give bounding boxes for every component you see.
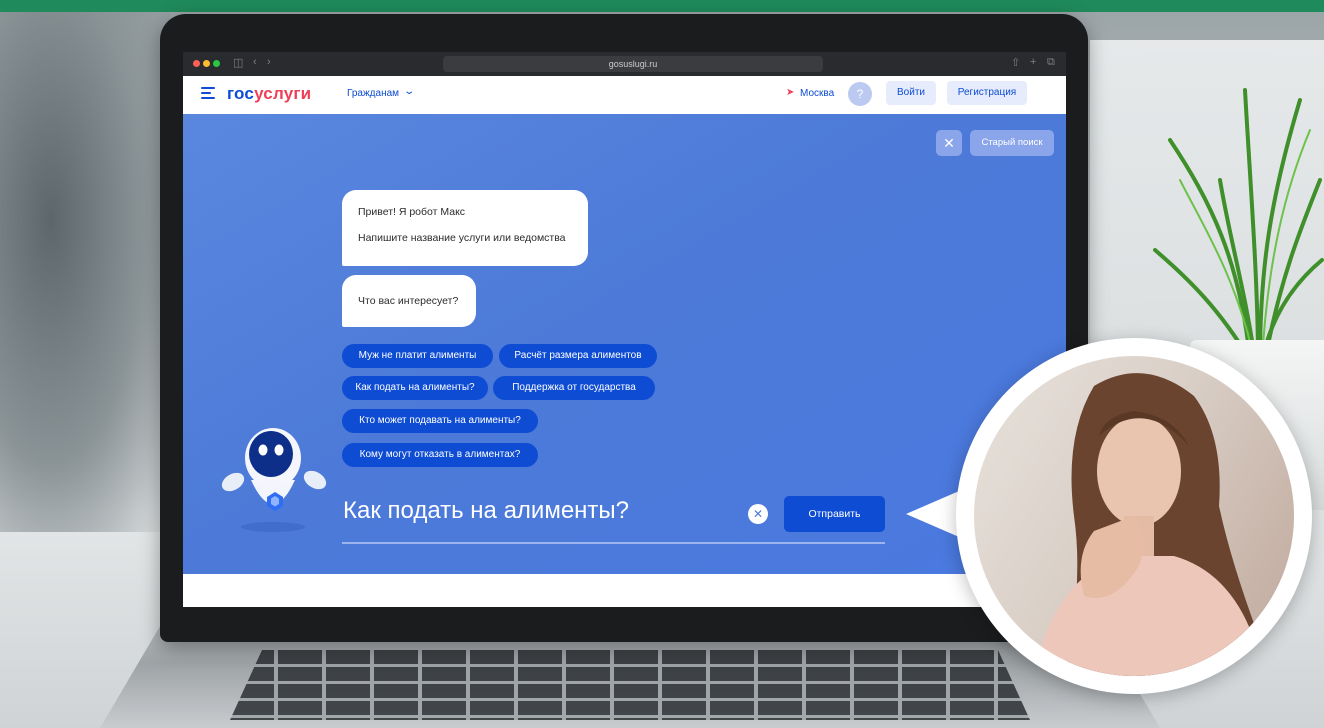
tab-overview-icon[interactable]: ⧉ <box>1047 56 1055 69</box>
greeting-hint: Напишите название услуги или ведомства <box>358 232 566 244</box>
old-search-button[interactable]: Старый поиск <box>970 130 1054 156</box>
forward-icon[interactable]: › <box>267 56 271 68</box>
suggestion-chip[interactable]: Как подать на алименты? <box>342 376 488 400</box>
register-button[interactable]: Регистрация <box>947 81 1027 105</box>
help-button[interactable]: ? <box>848 82 872 106</box>
woman-thinking-illustration <box>1034 373 1274 676</box>
woman-photo <box>974 356 1294 676</box>
background-blur-left <box>0 12 170 532</box>
bot-greeting-bubble: Привет! Я робот Макс Напишите название у… <box>342 190 588 266</box>
close-search-button[interactable]: ✕ <box>936 130 962 156</box>
plant-illustration <box>1153 88 1324 362</box>
suggestion-chip[interactable]: Расчёт размера алиментов <box>499 344 657 368</box>
location-selector[interactable]: Москва <box>800 88 834 99</box>
search-input[interactable]: Как подать на алименты? <box>343 497 629 525</box>
suggestion-chip[interactable]: Кто может подавать на алименты? <box>342 409 538 433</box>
new-tab-icon[interactable]: + <box>1030 56 1036 68</box>
bot-question-bubble: Что вас интересует? <box>342 275 476 327</box>
suggestion-chip[interactable]: Кому могут отказать в алиментах? <box>342 443 538 467</box>
back-icon[interactable]: ‹ <box>253 56 257 68</box>
nav-citizens[interactable]: Гражданам <box>347 88 399 99</box>
browser-toolbar: ◫ ‹ › gosuslugi.ru ⇧ + ⧉ <box>183 52 1066 76</box>
send-button[interactable]: Отправить <box>784 496 885 532</box>
input-underline <box>342 542 885 544</box>
suggestion-chip[interactable]: Поддержка от государства <box>493 376 655 400</box>
login-button[interactable]: Войти <box>886 81 936 105</box>
location-arrow-icon: ➤ <box>786 87 795 98</box>
robot-max-icon <box>221 428 327 532</box>
suggestion-chip[interactable]: Муж не платит алименты <box>342 344 493 368</box>
sidebar-toggle-icon[interactable]: ◫ <box>233 56 243 69</box>
clear-input-icon[interactable]: ✕ <box>748 504 768 524</box>
maximize-window-icon[interactable] <box>213 60 220 67</box>
page-footer-strip <box>183 574 1066 607</box>
share-icon[interactable]: ⇧ <box>1011 56 1020 69</box>
gosuslugi-logo[interactable]: госуслуги <box>227 84 311 104</box>
minimize-window-icon[interactable] <box>203 60 210 67</box>
laptop-keyboard <box>230 650 1030 720</box>
chevron-down-icon[interactable]: ⌄ <box>403 86 415 97</box>
site-header: госуслуги Гражданам ⌄ ➤ Москва ? Войти Р… <box>183 76 1066 114</box>
greeting-line: Привет! Я робот Макс <box>358 206 466 218</box>
top-green-stripe <box>0 0 1324 12</box>
close-window-icon[interactable] <box>193 60 200 67</box>
address-bar[interactable]: gosuslugi.ru <box>443 56 823 72</box>
menu-icon[interactable] <box>201 87 215 99</box>
